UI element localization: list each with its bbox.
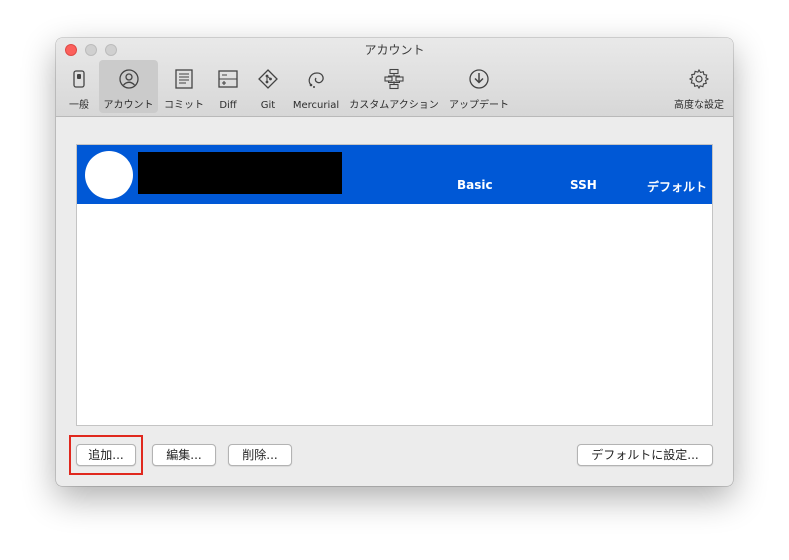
gear-icon [688,68,710,90]
user-circle-icon [118,69,139,89]
redacted-account-name [138,152,342,194]
document-lines-icon [175,69,193,89]
toolbar-label-custom-actions: カスタムアクション [349,100,439,111]
toolbar-label-general: 一般 [69,100,89,111]
window-title: アカウント [364,43,425,57]
delete-button[interactable]: 削除... [228,444,292,466]
toolbar-label-update: アップデート [449,100,509,111]
highlight-box [69,435,143,475]
toolbar-item-update[interactable]: アップデート [447,60,511,113]
account-row-selected[interactable]: Basic SSH デフォルト [77,145,712,204]
toolbar-label-account: アカウント [103,100,154,111]
toolbar-item-mercurial[interactable]: Mercurial [290,60,342,113]
toolbar-item-account[interactable]: アカウント [99,60,158,113]
set-default-button[interactable]: デフォルトに設定... [577,444,713,466]
accounts-list[interactable]: Basic SSH デフォルト [76,144,713,426]
toolbar-label-commit: コミット [164,100,204,111]
git-diamond-icon [258,69,278,89]
toolbar-label-mercurial: Mercurial [292,100,340,111]
download-circle-icon [469,69,489,89]
avatar [85,151,133,199]
diff-icon [218,70,238,88]
flowchart-icon [384,68,404,90]
toolbar-label-advanced: 高度な設定 [674,100,724,111]
mercurial-icon [308,72,324,88]
edit-button[interactable]: 編集... [152,444,216,466]
switch-icon [73,70,85,88]
toolbar-item-git[interactable]: Git [251,60,285,113]
account-default-label: デフォルト [647,180,708,194]
toolbar-item-custom-actions[interactable]: カスタムアクション [348,60,440,113]
toolbar-item-diff[interactable]: Diff [211,60,245,113]
toolbar-item-commit[interactable]: コミット [160,60,208,113]
toolbar-label-diff: Diff [219,100,237,111]
toolbar-item-general[interactable]: 一般 [62,60,96,113]
account-protocol-ssh: SSH [570,178,597,192]
titlebar: アカウント 一般 アカウント コミット Diff Git Mercurial カ… [56,38,733,117]
preferences-window: アカウント 一般 アカウント コミット Diff Git Mercurial カ… [56,38,733,486]
toolbar-label-git: Git [260,100,276,111]
account-type-basic: Basic [457,178,493,192]
toolbar-item-advanced[interactable]: 高度な設定 [670,60,728,113]
